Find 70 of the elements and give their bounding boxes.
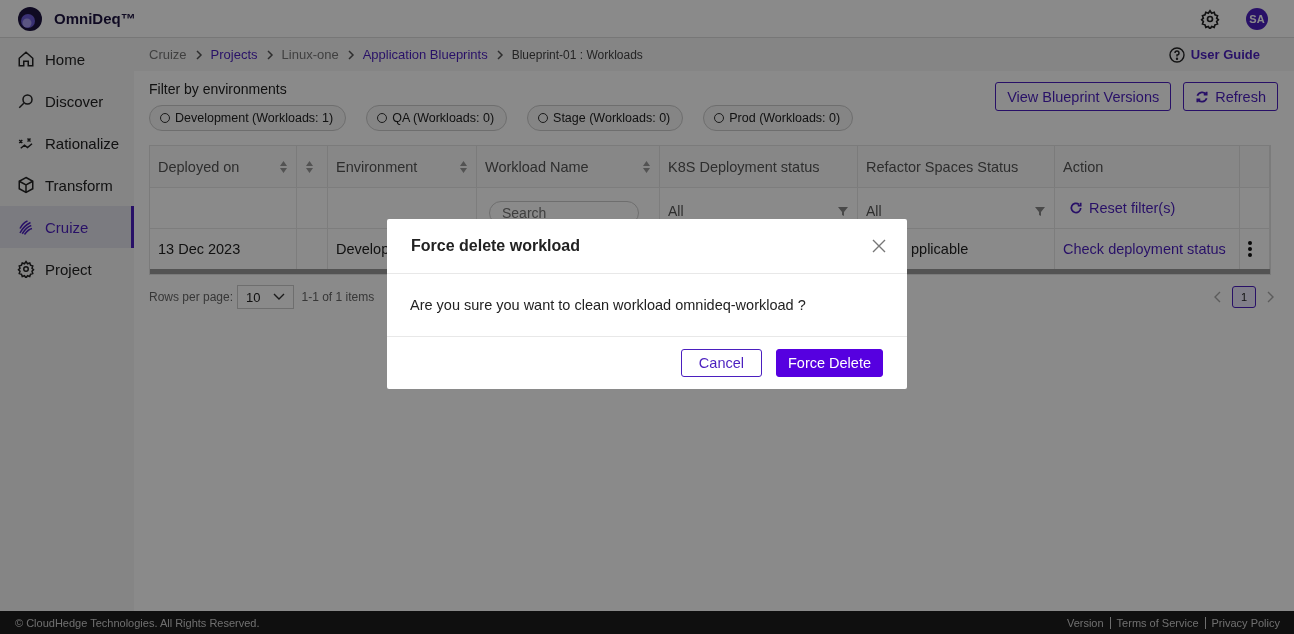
footer-link[interactable]: Terms of Service (1109, 616, 1205, 629)
chevron-icon (265, 49, 274, 60)
rows-per-page-label: Rows per page: (149, 290, 234, 304)
fingerprint-icon (17, 218, 35, 236)
breadcrumb-item: Linux-one (281, 47, 339, 62)
sort-icon[interactable] (459, 159, 468, 174)
filter-chip[interactable]: Prod (Workloads: 0) (703, 105, 854, 131)
filter-icon (837, 205, 849, 217)
column-header: Deployed on (158, 158, 240, 175)
sort-icon[interactable] (279, 159, 288, 174)
table-cell: 13 Dec 2023 (158, 241, 241, 257)
chevron-down-icon (272, 293, 285, 301)
table-cell: pplicable (911, 241, 969, 257)
filter-chip[interactable]: Development (Workloads: 1) (149, 105, 347, 131)
reset-filters-link[interactable]: Reset filter(s) (1063, 200, 1176, 216)
breadcrumb-item: Blueprint-01 : Workloads (511, 47, 643, 62)
breadcrumb-item[interactable]: Projects (210, 47, 258, 62)
column-header: K8S Deployment status (668, 158, 820, 175)
user-guide-link[interactable]: User Guide (1168, 46, 1260, 63)
gear-icon (17, 260, 35, 278)
filter-dropdown[interactable]: All (668, 203, 849, 219)
chevron-icon (495, 49, 504, 60)
footer-link[interactable]: Version (1060, 616, 1110, 629)
help-icon (1168, 46, 1185, 63)
page-button[interactable]: 1 (1232, 286, 1256, 308)
refresh-button[interactable]: Refresh (1183, 82, 1278, 111)
sidebar-item[interactable]: Rationalize (0, 122, 134, 164)
user-avatar[interactable]: SA (1246, 7, 1268, 30)
filter-dropdown[interactable]: All (866, 203, 1046, 219)
settings-icon[interactable] (1200, 8, 1220, 29)
column-header: Environment (336, 158, 418, 175)
filter-icon (1034, 205, 1046, 217)
chevron-icon (194, 49, 203, 60)
rows-per-page-dropdown[interactable]: 10 (237, 285, 294, 309)
logo-icon (18, 6, 42, 31)
previous-icon[interactable] (1214, 291, 1222, 303)
house-icon (17, 50, 35, 68)
sidebar-item[interactable]: Home (0, 38, 134, 80)
refresh-icon (1195, 89, 1210, 104)
filter-chip[interactable]: Stage (Workloads: 0) (527, 105, 684, 131)
breadcrumb-item[interactable]: Application Blueprints (362, 47, 488, 62)
versions-button[interactable]: View Blueprint Versions (995, 82, 1172, 111)
sidebar-item[interactable]: Discover (0, 80, 134, 122)
more-icon[interactable] (1248, 241, 1252, 257)
close-icon[interactable] (872, 239, 886, 253)
sidebar-item[interactable]: Cruize (0, 206, 134, 248)
reset-icon (1069, 201, 1083, 215)
sort-icon[interactable] (305, 159, 314, 174)
sidebar-item[interactable]: Transform (0, 164, 134, 206)
items-range: 1-1 of 1 items (301, 290, 375, 304)
chevron-icon (346, 49, 355, 60)
copyright-text: © CloudHedge Technologies. All Rights Reserved. (15, 616, 260, 629)
cancel-button[interactable]: Cancel (680, 349, 762, 377)
filter-label: Filter by environments (149, 81, 288, 97)
column-header: Action (1063, 158, 1104, 175)
magnifier-icon (17, 92, 35, 110)
cube-icon (17, 176, 35, 194)
column-header: Refactor Spaces Status (866, 158, 1019, 175)
filter-chip[interactable]: QA (Workloads: 0) (366, 105, 508, 131)
brand-name: OmniDeq™ (54, 10, 136, 27)
sort-icon[interactable] (642, 159, 651, 174)
deployment-status-link[interactable]: Check deployment status (1063, 241, 1226, 257)
breadcrumb-item: Cruize (149, 47, 187, 62)
dialog-title: Force delete workload (411, 237, 580, 255)
sidebar-item[interactable]: Project (0, 248, 134, 290)
column-header: Workload Name (485, 158, 589, 175)
force-delete-button[interactable]: Force Delete (776, 349, 883, 377)
footer-link[interactable]: Privacy Policy (1204, 616, 1286, 629)
dialog-message: Are you sure you want to clean workload omnideq-workload ? (387, 274, 907, 337)
next-icon[interactable] (1266, 291, 1274, 303)
